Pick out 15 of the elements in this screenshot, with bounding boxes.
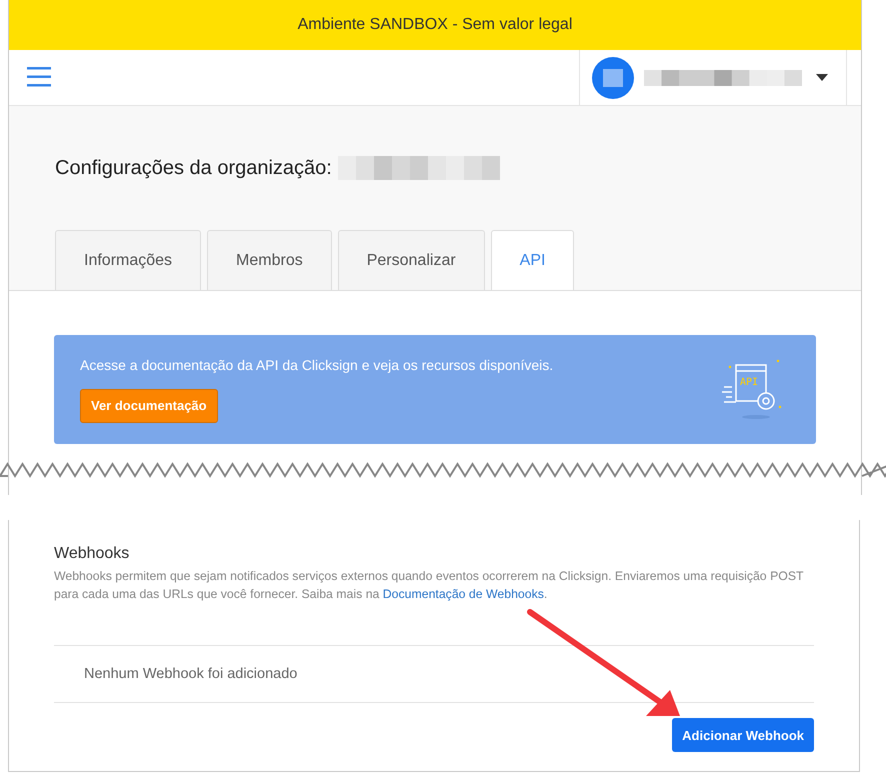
avatar-icon — [592, 56, 634, 98]
tab[interactable]: Membros — [207, 230, 332, 290]
add-webhook-button[interactable]: Adicionar Webhook — [672, 718, 814, 752]
documentation-button[interactable]: Ver documentação — [80, 388, 218, 422]
section-description: Webhooks permitem que sejam notificados serviços externos quando eventos ocorrerem na Clicksign. Enviaremos uma requisição POST para cada uma das URLs que você fornecer. Saiba mais na Documentação de Webhooks. — [54, 568, 804, 603]
banner-text: Acesse a documentação da API da Clicksign e veja os recursos disponíveis. — [80, 356, 554, 372]
tab[interactable]: Personalizar — [338, 230, 485, 290]
user-menu[interactable] — [579, 50, 847, 105]
empty-message: Nenhum Webhook foi adicionado — [84, 666, 298, 682]
tab[interactable]: API — [490, 230, 574, 290]
page-title: Configurações da organização: — [55, 156, 332, 180]
tab[interactable]: Informações — [55, 230, 202, 290]
section-title: Webhooks — [54, 545, 130, 563]
documentation-link[interactable]: Documentação de Webhooks — [382, 587, 544, 601]
sandbox-banner: Ambiente SANDBOX - Sem valor legal — [9, 0, 861, 50]
